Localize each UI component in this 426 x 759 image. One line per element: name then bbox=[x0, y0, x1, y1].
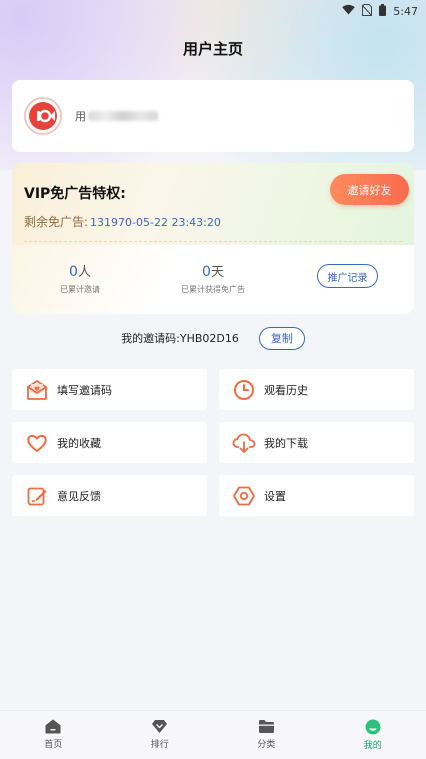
username: 用 bbox=[75, 108, 158, 124]
home-icon bbox=[45, 719, 61, 734]
copy-button[interactable]: 复制 bbox=[258, 326, 305, 350]
tab-home-label: 首页 bbox=[44, 740, 63, 750]
no-sim-icon bbox=[361, 3, 373, 19]
tab-home[interactable]: 首页 bbox=[0, 711, 107, 759]
cloud-download-icon bbox=[232, 431, 256, 455]
invite-friends-button[interactable]: 邀请好友 bbox=[330, 174, 409, 205]
ad-free-days: 0 bbox=[202, 264, 211, 280]
invited-count: 0 bbox=[69, 264, 78, 280]
battery-icon bbox=[379, 3, 387, 19]
status-time: 5:47 bbox=[393, 4, 418, 18]
ad-free-remaining: 剩余免广告: 131970-05-22 23:43:20 bbox=[24, 213, 221, 230]
invited-stat: 0人 已累计邀请 bbox=[40, 261, 120, 295]
ad-free-days-stat: 0天 已累计获得免广告 bbox=[168, 261, 258, 295]
invite-code-value: YHB02D16 bbox=[179, 331, 239, 345]
clock-icon bbox=[232, 378, 256, 402]
app-logo-icon bbox=[29, 102, 57, 130]
tab-ranking[interactable]: 排行 bbox=[107, 711, 214, 759]
ad-free-remaining-label: 剩余免广告: bbox=[24, 215, 89, 229]
vip-title: VIP免广告特权: bbox=[24, 186, 126, 202]
ad-free-remaining-value: 131970-05-22 23:43:20 bbox=[90, 216, 221, 229]
ranking-icon bbox=[152, 720, 168, 733]
menu-settings[interactable]: 设置 bbox=[219, 475, 414, 516]
ad-free-days-unit: 天 bbox=[210, 265, 224, 280]
tab-ranking-label: 排行 bbox=[150, 740, 169, 750]
bottom-tab-bar: 首页 排行 分类 我的 bbox=[0, 710, 426, 759]
menu-feedback[interactable]: 意见反馈 bbox=[12, 475, 207, 516]
menu-downloads-label: 我的下载 bbox=[264, 436, 308, 450]
menu-feedback-label: 意见反馈 bbox=[57, 489, 101, 503]
status-bar: 5:47 bbox=[0, 0, 426, 22]
username-redacted bbox=[88, 111, 158, 121]
user-card[interactable]: 用 bbox=[12, 80, 414, 152]
tab-category[interactable]: 分类 bbox=[213, 711, 320, 759]
promotion-records-button[interactable]: 推广记录 bbox=[317, 264, 378, 288]
invite-code-label: 我的邀请码: bbox=[121, 332, 180, 345]
vip-card: VIP免广告特权: 邀请好友 剩余免广告: 131970-05-22 23:43:… bbox=[12, 163, 414, 314]
invited-label: 已累计邀请 bbox=[60, 285, 100, 294]
page-title: 用户主页 bbox=[182, 40, 243, 58]
avatar[interactable] bbox=[24, 97, 62, 135]
menu-downloads[interactable]: 我的下载 bbox=[219, 422, 414, 463]
ad-free-days-label: 已累计获得免广告 bbox=[181, 285, 245, 294]
settings-hexagon-icon bbox=[232, 484, 256, 508]
menu-favorites-label: 我的收藏 bbox=[57, 436, 101, 450]
menu-watch-history-label: 观看历史 bbox=[264, 383, 308, 397]
heart-icon bbox=[25, 431, 49, 455]
tab-category-label: 分类 bbox=[257, 740, 276, 750]
menu-fill-invite-code[interactable]: 填写邀请码 bbox=[12, 369, 207, 410]
folder-icon bbox=[258, 720, 274, 733]
invited-unit: 人 bbox=[77, 265, 91, 280]
menu-favorites[interactable]: 我的收藏 bbox=[12, 422, 207, 463]
edit-note-icon bbox=[25, 484, 49, 508]
menu-fill-invite-code-label: 填写邀请码 bbox=[57, 383, 112, 397]
wifi-icon bbox=[342, 4, 355, 18]
profile-face-icon bbox=[365, 719, 381, 735]
username-prefix: 用 bbox=[75, 110, 86, 123]
tab-mine-label: 我的 bbox=[363, 741, 382, 751]
tab-mine[interactable]: 我的 bbox=[320, 711, 426, 759]
vip-divider bbox=[24, 241, 402, 242]
menu-settings-label: 设置 bbox=[264, 489, 286, 503]
envelope-heart-icon bbox=[25, 378, 49, 402]
menu-watch-history[interactable]: 观看历史 bbox=[219, 369, 414, 410]
invite-code-row: 我的邀请码: YHB02D16 复制 bbox=[0, 326, 426, 350]
